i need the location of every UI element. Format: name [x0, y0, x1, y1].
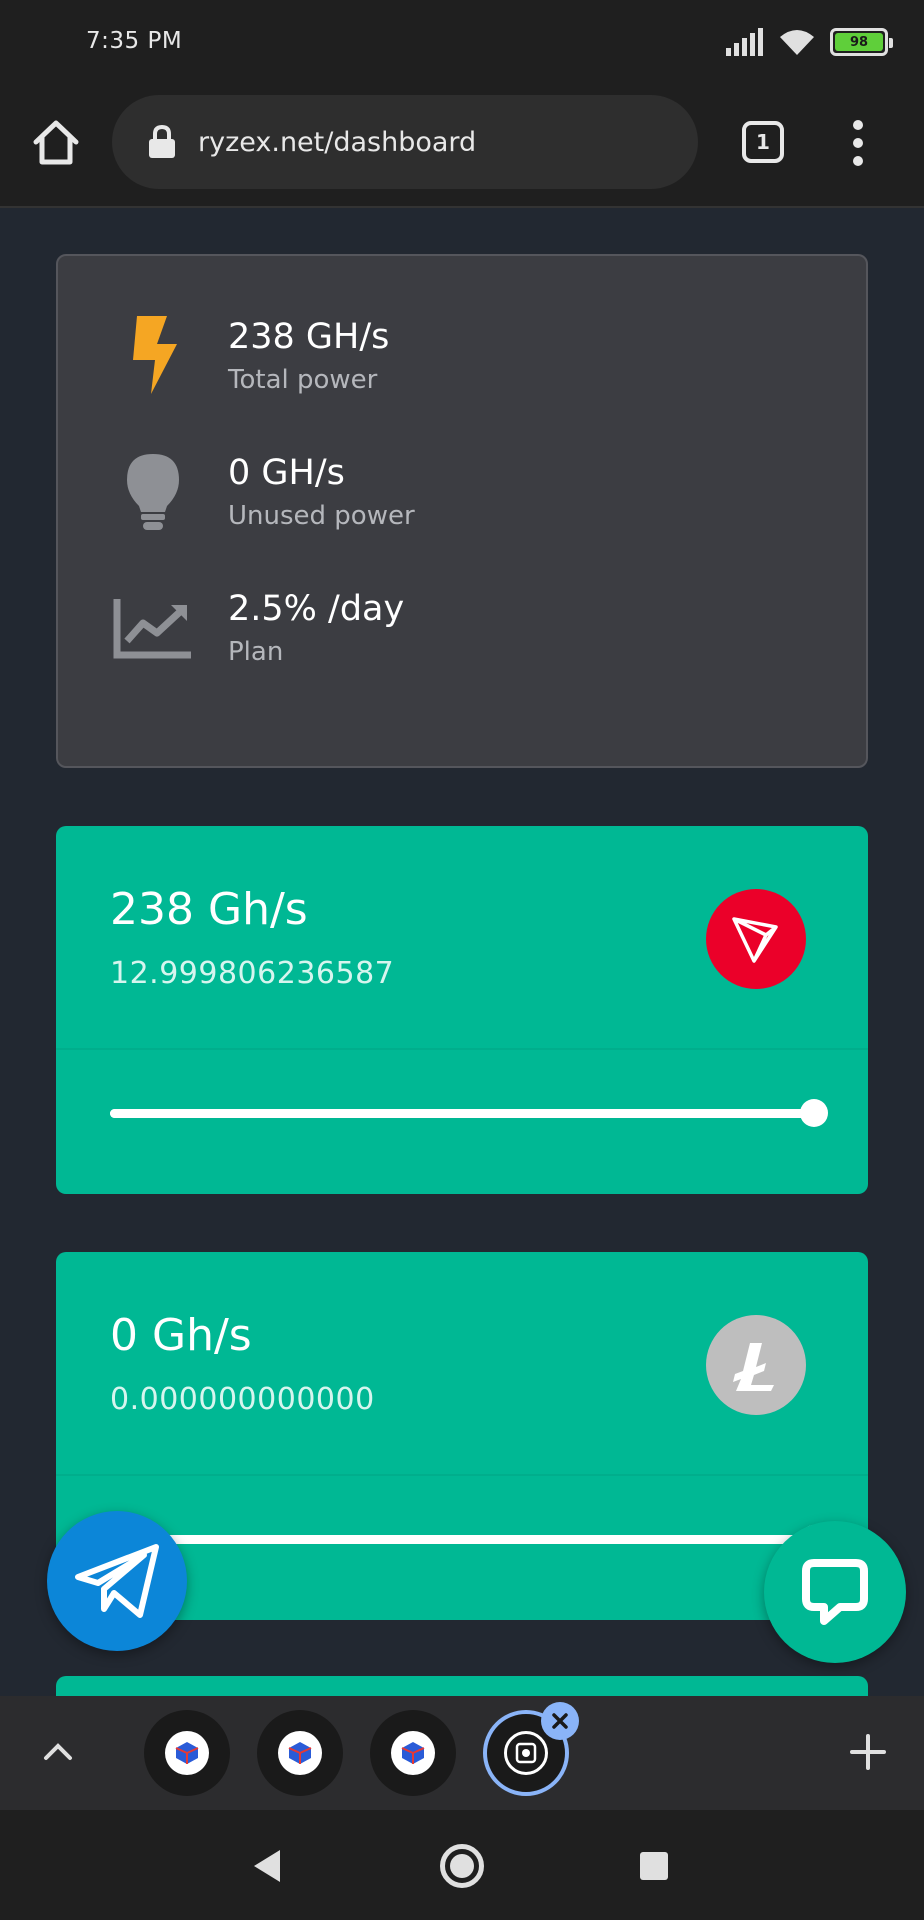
battery-level: 98	[835, 33, 883, 51]
stat-label: Total power	[228, 365, 378, 395]
back-icon[interactable]	[250, 1848, 284, 1884]
power-slider-track[interactable]	[110, 1525, 828, 1553]
coin-balance: 12.999806236587	[110, 956, 395, 991]
tab-thumbnail[interactable]	[257, 1710, 343, 1796]
stat-label: Unused power	[228, 501, 415, 531]
tab-switcher-button[interactable]: 1	[742, 121, 784, 163]
tron-icon	[706, 889, 806, 989]
stat-plan: 2.5% /day Plan	[108, 578, 404, 678]
power-slider-fill	[110, 1535, 814, 1544]
site-favicon-icon	[165, 1731, 209, 1775]
url-text: ryzex.net/dashboard	[198, 126, 477, 158]
signal-icon	[726, 28, 763, 56]
lightbulb-icon	[127, 454, 179, 530]
stat-total-power: 238 GH/s Total power	[108, 306, 389, 406]
home-nav-icon[interactable]	[440, 1844, 484, 1888]
tab-thumbnail[interactable]	[144, 1710, 230, 1796]
status-time: 7:35 PM	[86, 28, 183, 54]
lock-icon	[149, 125, 175, 158]
stat-label: Plan	[228, 637, 284, 667]
stats-card: 238 GH/s Total power 0 GH/s Unused power…	[56, 254, 868, 768]
chart-line-icon	[113, 599, 191, 659]
site-favicon-icon	[391, 1731, 435, 1775]
system-nav-bar	[0, 1810, 924, 1920]
tab-strip	[0, 1696, 924, 1810]
battery-icon: 98	[830, 28, 893, 56]
new-tab-plus-icon[interactable]	[846, 1730, 890, 1774]
coin-divider	[56, 1474, 868, 1476]
home-icon[interactable]	[30, 116, 82, 168]
power-slider-track[interactable]	[110, 1099, 828, 1127]
browser-toolbar: ryzex.net/dashboard 1	[0, 84, 924, 208]
status-bar: 7:35 PM 98	[0, 0, 924, 84]
stat-unused-power: 0 GH/s Unused power	[108, 442, 415, 542]
chat-bubble-icon	[802, 1559, 868, 1625]
lightning-icon	[133, 316, 177, 394]
site-favicon-icon	[504, 1731, 548, 1775]
recents-icon[interactable]	[640, 1852, 668, 1880]
litecoin-icon	[706, 1315, 806, 1415]
coin-hashrate: 238 Gh/s	[110, 884, 308, 935]
power-slider-fill	[110, 1109, 814, 1118]
stat-value: 2.5% /day	[228, 589, 405, 629]
tab-thumbnail-active[interactable]	[483, 1702, 579, 1796]
chevron-up-icon[interactable]	[38, 1732, 78, 1772]
stat-value: 238 GH/s	[228, 317, 390, 357]
close-tab-icon[interactable]	[541, 1702, 579, 1740]
coin-card-tron: 238 Gh/s 12.999806236587	[56, 826, 868, 1194]
telegram-button[interactable]	[47, 1511, 187, 1651]
stat-value: 0 GH/s	[228, 453, 345, 493]
live-chat-button[interactable]	[764, 1521, 906, 1663]
coin-hashrate: 0 Gh/s	[110, 1310, 252, 1361]
overflow-menu-icon[interactable]	[846, 120, 870, 166]
site-favicon-icon	[278, 1731, 322, 1775]
status-icons: 98	[726, 24, 893, 60]
tab-thumbnail[interactable]	[370, 1710, 456, 1796]
address-bar[interactable]: ryzex.net/dashboard	[112, 95, 698, 189]
power-slider-thumb[interactable]	[800, 1099, 828, 1127]
wifi-icon	[780, 30, 814, 55]
coin-divider	[56, 1048, 868, 1050]
telegram-icon	[75, 1544, 159, 1618]
coin-balance: 0.000000000000	[110, 1382, 375, 1417]
